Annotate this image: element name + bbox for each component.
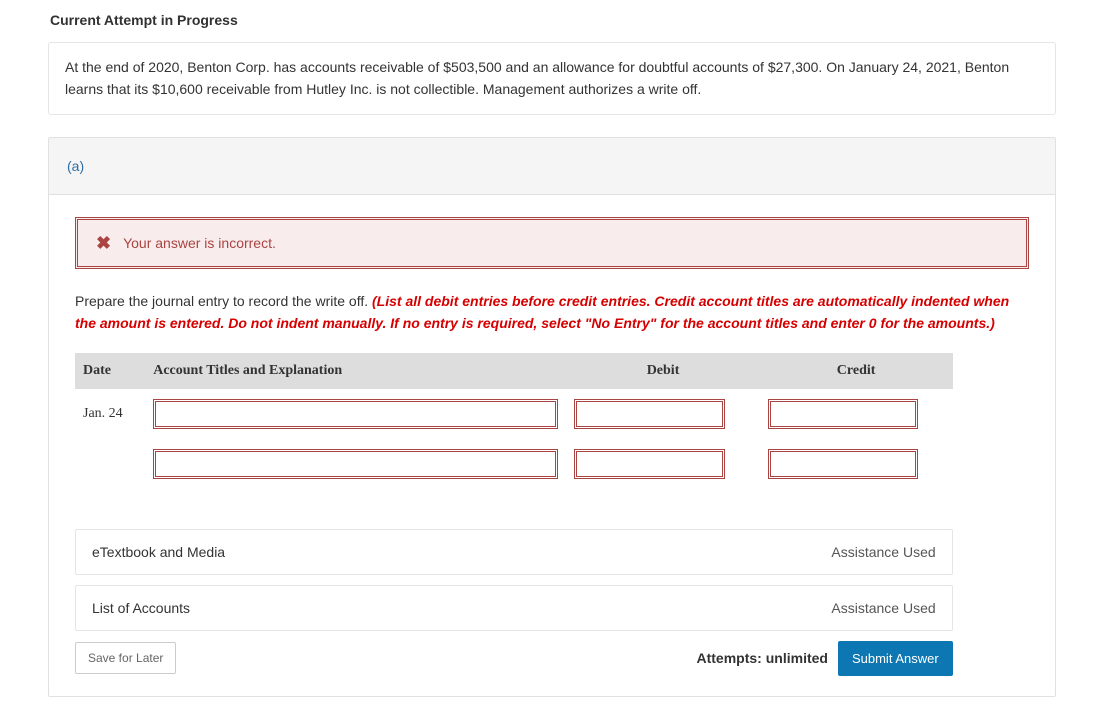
close-icon: ✖	[96, 234, 111, 252]
etextbook-link[interactable]: eTextbook and Media Assistance Used	[75, 529, 953, 575]
list-of-accounts-label: List of Accounts	[92, 600, 190, 616]
submit-answer-button[interactable]: Submit Answer	[838, 641, 953, 676]
list-of-accounts-link[interactable]: List of Accounts Assistance Used	[75, 585, 953, 631]
save-for-later-button[interactable]: Save for Later	[75, 642, 176, 674]
row-date	[75, 439, 145, 489]
col-header-credit: Credit	[760, 353, 953, 389]
credit-input[interactable]	[768, 399, 919, 429]
debit-input[interactable]	[574, 399, 725, 429]
credit-input[interactable]	[768, 449, 919, 479]
alert-text: Your answer is incorrect.	[123, 235, 276, 251]
instruction-plain: Prepare the journal entry to record the …	[75, 293, 372, 309]
account-title-input[interactable]	[153, 449, 558, 479]
table-row: Jan. 24	[75, 389, 953, 439]
action-row: Save for Later Attempts: unlimited Submi…	[75, 641, 953, 676]
row-date: Jan. 24	[75, 389, 145, 439]
etextbook-label: eTextbook and Media	[92, 544, 225, 560]
question-text: At the end of 2020, Benton Corp. has acc…	[48, 42, 1056, 115]
account-title-input[interactable]	[153, 399, 558, 429]
part-label[interactable]: (a)	[49, 138, 1055, 195]
table-row	[75, 439, 953, 489]
col-header-date: Date	[75, 353, 145, 389]
debit-input[interactable]	[574, 449, 725, 479]
instructions: Prepare the journal entry to record the …	[75, 291, 1029, 334]
journal-entry-table: Date Account Titles and Explanation Debi…	[75, 353, 953, 489]
col-header-account: Account Titles and Explanation	[145, 353, 566, 389]
attempt-heading: Current Attempt in Progress	[48, 0, 1056, 42]
col-header-debit: Debit	[566, 353, 759, 389]
assistance-used-label: Assistance Used	[831, 544, 935, 560]
incorrect-alert: ✖ Your answer is incorrect.	[75, 217, 1029, 269]
attempts-label: Attempts: unlimited	[697, 650, 828, 666]
assistance-used-label: Assistance Used	[831, 600, 935, 616]
part-panel: (a) ✖ Your answer is incorrect. Prepare …	[48, 137, 1056, 696]
